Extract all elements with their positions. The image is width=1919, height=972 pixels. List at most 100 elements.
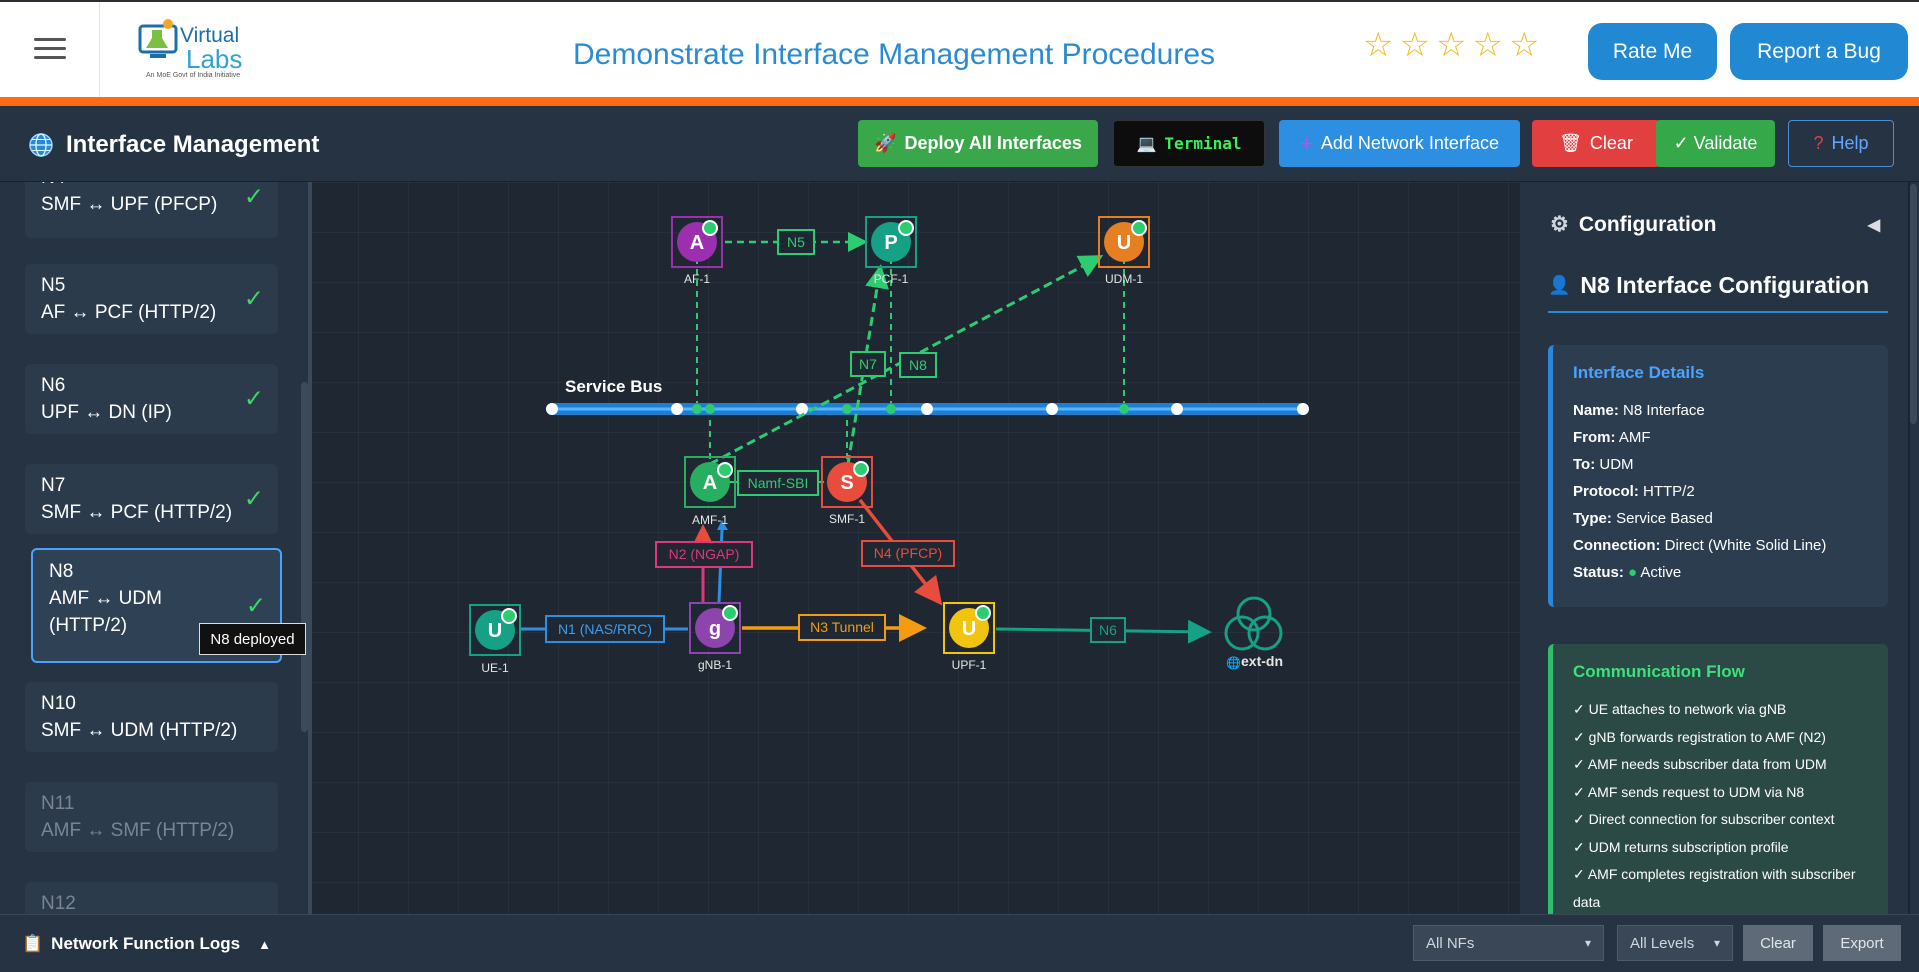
globe-icon: 🌐: [1226, 656, 1241, 670]
status-dot-icon: ●: [1628, 564, 1638, 581]
nf-node-upf[interactable]: U UPF-1: [943, 602, 995, 672]
terminal-label: Terminal: [1164, 134, 1242, 153]
interface-card-n10[interactable]: N10 SMF ↔ UDM (HTTP/2): [25, 682, 278, 752]
nf-node-af[interactable]: A AF-1: [671, 216, 723, 286]
interface-id: N4: [41, 182, 262, 191]
node-letter: g: [709, 618, 721, 640]
config-scrollbar[interactable]: [1910, 182, 1919, 914]
nf-node-smf[interactable]: S SMF-1: [821, 456, 873, 526]
interface-card-n5[interactable]: N5 AF ↔ PCF (HTTP/2) ✓: [25, 264, 278, 334]
interface-desc: SMF ↔ UPF (PFCP): [41, 194, 218, 215]
interface-card-n11[interactable]: N11 AMF ↔ SMF (HTTP/2): [25, 782, 278, 852]
node-letter: A: [690, 232, 704, 254]
nf-node-amf[interactable]: A AMF-1: [684, 456, 736, 527]
node-name: ext-dn: [1241, 653, 1283, 669]
node-name: PCF-1: [874, 272, 909, 286]
interface-desc: AMF ↔ SMF (HTTP/2): [41, 820, 235, 841]
configuration-header: ⚙ Configuration ◀: [1550, 212, 1890, 237]
plus-icon: +: [1300, 130, 1313, 156]
gear-icon: ⚙: [1550, 213, 1569, 236]
interface-desc: SMF ↔ PCF (HTTP/2): [41, 502, 233, 523]
nf-filter-select[interactable]: All NFs ▾: [1413, 925, 1604, 961]
check-icon: ✓: [243, 485, 264, 513]
check-icon: ✓: [243, 385, 264, 413]
sidebar-scrollbar[interactable]: [301, 382, 308, 732]
interface-card-n7[interactable]: N7 SMF ↔ PCF (HTTP/2) ✓: [25, 464, 278, 534]
question-icon: ?: [1813, 133, 1824, 153]
page-title: Demonstrate Interface Management Procedu…: [573, 38, 1215, 71]
hamburger-menu-icon[interactable]: [30, 32, 70, 70]
node-letter: A: [703, 472, 717, 494]
rating-stars[interactable]: ☆ ☆ ☆ ☆ ☆: [1363, 26, 1539, 64]
node-name: SMF-1: [829, 512, 865, 526]
node-letter: P: [884, 232, 897, 254]
collapse-left-icon[interactable]: ◀: [1868, 215, 1880, 235]
clear-label: Clear: [1589, 133, 1633, 153]
add-interface-label: Add Network Interface: [1320, 133, 1499, 153]
globe-icon: [29, 133, 53, 157]
node-letter: S: [840, 472, 853, 494]
interface-id: N12: [41, 893, 76, 914]
report-bug-button[interactable]: Report a Bug: [1730, 23, 1908, 80]
detail-row: Connection: Direct (White Solid Line): [1573, 537, 1827, 554]
topology-canvas[interactable]: Service Bus N5 N7 N8 Namf-SBI N2 (NGAP): [308, 182, 1520, 914]
nf-node-udm[interactable]: U UDM-1: [1098, 216, 1150, 286]
caret-up-icon: ▲: [258, 936, 271, 952]
config-title-text: N8 Interface Configuration: [1580, 272, 1870, 298]
node-name: UE-1: [481, 661, 509, 675]
nf-node-pcf[interactable]: P PCF-1: [865, 216, 917, 286]
link-label-n6: N6: [1099, 622, 1117, 638]
node-name: UDM-1: [1105, 272, 1143, 286]
star-icon[interactable]: ☆: [1363, 26, 1393, 64]
top-header: Virtual Labs An MoE Govt of India Initia…: [0, 0, 1919, 99]
chevron-down-icon: ▾: [1713, 936, 1720, 950]
logs-toggle[interactable]: 📋 Network Function Logs ▲: [22, 934, 271, 954]
link-label-n5: N5: [787, 234, 805, 250]
flow-step: ✓ gNB forwards registration to AMF (N2): [1573, 728, 1826, 745]
star-icon[interactable]: ☆: [1472, 26, 1502, 64]
chevron-down-icon: ▾: [1584, 936, 1591, 950]
deploy-all-button[interactable]: 🚀 Deploy All Interfaces: [858, 120, 1098, 167]
interface-card-n4[interactable]: N4 SMF ↔ UPF (PFCP) ✓: [25, 182, 278, 238]
rate-me-button[interactable]: Rate Me: [1588, 23, 1717, 80]
help-button[interactable]: ? Help: [1788, 120, 1894, 167]
help-label: Help: [1831, 133, 1869, 153]
export-logs-button[interactable]: Export: [1823, 925, 1901, 961]
interface-id: N7: [41, 475, 66, 496]
detail-row: From: AMF: [1573, 429, 1651, 446]
interface-sidebar: N4 SMF ↔ UPF (PFCP) ✓ N5 AF ↔ PCF (HTTP/…: [0, 182, 308, 914]
interface-card-n12[interactable]: N12: [25, 882, 278, 914]
flow-step: ✓ UE attaches to network via gNB: [1573, 701, 1787, 717]
star-icon[interactable]: ☆: [1509, 26, 1539, 64]
clear-logs-button[interactable]: Clear: [1743, 925, 1813, 961]
flow-step: ✓ UDM returns subscription profile: [1573, 838, 1789, 855]
validate-button[interactable]: ✓ Validate: [1656, 120, 1775, 167]
data-network-node[interactable]: 🌐 ext-dn: [1224, 596, 1283, 670]
flow-step: ✓ Direct connection for subscriber conte…: [1573, 811, 1835, 827]
nf-node-ue[interactable]: U UE-1: [469, 604, 521, 675]
detail-row: Type: Service Based: [1573, 510, 1713, 527]
add-network-interface-button[interactable]: + Add Network Interface: [1279, 120, 1520, 167]
flow-step: ✓ AMF sends request to UDM via N8: [1573, 783, 1805, 800]
node-name: gNB-1: [698, 658, 732, 672]
interface-id: N10: [41, 693, 76, 714]
deploy-tooltip: N8 deployed: [199, 623, 306, 655]
level-filter-select[interactable]: All Levels ▾: [1617, 925, 1733, 961]
interface-card-n6[interactable]: N6 UPF ↔ DN (IP) ✓: [25, 364, 278, 434]
flask-icon: [138, 19, 178, 58]
virtual-labs-logo[interactable]: Virtual Labs An MoE Govt of India Initia…: [138, 16, 250, 82]
node-name: AF-1: [684, 272, 710, 286]
terminal-button[interactable]: 💻 Terminal: [1113, 120, 1265, 167]
clear-button[interactable]: 🗑 Clear: [1532, 120, 1660, 167]
star-icon[interactable]: ☆: [1436, 26, 1466, 64]
node-letter: U: [488, 620, 502, 642]
status-value: Active: [1640, 564, 1682, 581]
rocket-icon: 🚀: [874, 133, 897, 153]
interface-id: N5: [41, 275, 66, 296]
nf-node-gnb[interactable]: g gNB-1: [689, 602, 741, 672]
star-icon[interactable]: ☆: [1399, 26, 1429, 64]
link-label-n4: N4 (PFCP): [874, 545, 942, 561]
header-accent-bar: [0, 97, 1919, 106]
detail-row: Protocol: HTTP/2: [1573, 483, 1695, 500]
logs-bar: 📋 Network Function Logs ▲ All NFs ▾ All …: [0, 914, 1919, 972]
